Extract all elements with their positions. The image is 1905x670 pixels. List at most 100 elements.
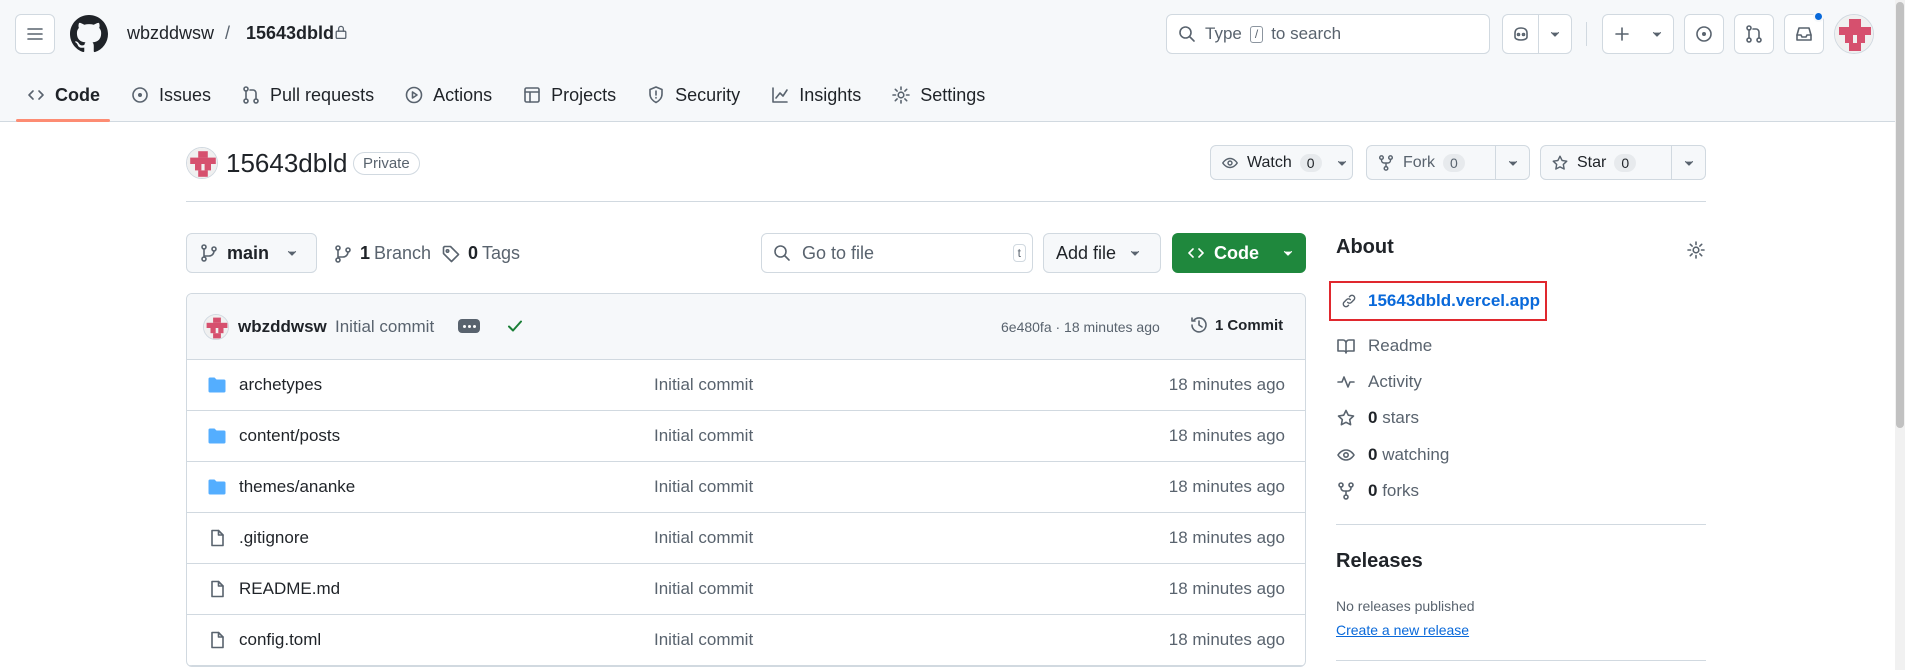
file-name[interactable]: .gitignore [239,528,309,548]
tags-link[interactable]: 0 Tags [441,243,520,264]
go-to-file-shortcut: t [1012,244,1026,262]
search-input[interactable]: Type / to search [1166,14,1490,54]
branches-link[interactable]: 1 Branch [333,243,431,264]
commit-author[interactable]: wbzddwsw [238,317,327,337]
tab-settings[interactable]: Settings [881,76,995,114]
create-new-button[interactable] [1602,14,1674,54]
branches-count: 1 [360,243,371,263]
file-icon [211,631,224,649]
branch-selector[interactable]: main [186,233,317,273]
chevron-down-icon [1652,32,1662,37]
folder-icon [208,377,226,393]
file-age: 18 minutes ago [1168,375,1285,394]
fork-icon [1338,482,1354,500]
watch-button[interactable]: Watch 0 [1210,145,1353,180]
tab-issues[interactable]: Issues [120,76,221,114]
file-age: 18 minutes ago [1168,579,1285,598]
page-scrollbar[interactable] [1895,0,1905,670]
tab-security[interactable]: Security [636,76,750,114]
releases-title[interactable]: Releases [1336,550,1423,573]
tab-projects[interactable]: Projects [512,76,626,114]
code-button[interactable]: Code [1172,233,1306,273]
file-browser: wbzddwsw Initial commit 6e480fa · 18 min… [186,293,1306,667]
activity-label: Activity [1368,372,1422,391]
file-name[interactable]: content/posts [239,426,340,446]
commit-history-link[interactable]: 1 Commit [1189,315,1283,335]
star-button[interactable]: Star 0 [1540,145,1706,180]
commit-sha-time[interactable]: 6e480fa · 18 minutes ago [1001,319,1160,335]
forks-count: 0 [1368,481,1378,500]
file-commit-message[interactable]: Initial commit [654,477,753,497]
menu-button[interactable] [15,14,55,54]
breadcrumb-owner[interactable]: wbzddwsw [127,23,214,44]
play-icon [405,86,423,104]
commit-message[interactable]: Initial commit [335,317,434,337]
forks-link[interactable]: 0 forks [1336,481,1419,501]
file-commit-message[interactable]: Initial commit [654,528,753,548]
commit-author-avatar[interactable] [203,314,229,340]
gear-icon[interactable] [1686,240,1706,260]
homepage-link[interactable]: 15643dbld.vercel.app [1329,281,1547,321]
about-sidebar: About 15643dbld.vercel.app Readme Activi… [1329,236,1706,661]
watch-label: Watch [1247,153,1292,171]
breadcrumb-repo[interactable]: 15643dbld [246,23,334,44]
gear-icon [892,86,911,104]
chevron-down-icon [1508,160,1517,166]
file-row[interactable]: content/posts Initial commit 18 minutes … [187,411,1305,462]
file-row[interactable]: .gitignore Initial commit 18 minutes ago [187,513,1305,564]
identicon-icon [1835,15,1873,53]
activity-link[interactable]: Activity [1336,372,1422,392]
watching-link[interactable]: 0 watching [1336,445,1449,465]
fork-button[interactable]: Fork 0 [1366,145,1530,180]
scrollbar-thumb[interactable] [1896,2,1904,428]
file-commit-message[interactable]: Initial commit [654,375,753,395]
pull-requests-button[interactable] [1734,14,1774,54]
file-commit-message[interactable]: Initial commit [654,426,753,446]
tab-actions[interactable]: Actions [394,76,502,114]
file-name[interactable]: config.toml [239,630,321,650]
check-icon[interactable] [505,316,525,336]
tab-code[interactable]: Code [16,76,110,122]
file-name[interactable]: themes/ananke [239,477,355,497]
file-age: 18 minutes ago [1168,477,1285,496]
copilot-icon [1513,27,1528,41]
forks-label: forks [1382,481,1420,500]
file-commit-message[interactable]: Initial commit [654,579,753,599]
copilot-button[interactable] [1502,14,1572,54]
file-commit-message[interactable]: Initial commit [654,630,753,650]
issue-icon [132,87,148,103]
tab-projects-label: Projects [551,84,617,105]
about-title: About [1336,236,1394,258]
go-to-file-input[interactable]: Go to file t [761,233,1033,273]
stars-link[interactable]: 0 stars [1336,408,1419,428]
repo-owner-avatar[interactable] [186,147,218,179]
chevron-down-icon [287,251,297,256]
tab-insights[interactable]: Insights [760,76,871,114]
user-avatar[interactable] [1834,14,1874,54]
file-row[interactable]: config.toml Initial commit 18 minutes ag… [187,615,1305,666]
commit-expand-button[interactable] [458,319,480,333]
file-name[interactable]: archetypes [239,375,322,395]
readme-link[interactable]: Readme [1336,336,1432,356]
file-row[interactable]: themes/ananke Initial commit 18 minutes … [187,462,1305,513]
code-icon [1188,248,1204,258]
notification-dot [1813,11,1824,22]
file-row[interactable]: README.md Initial commit 18 minutes ago [187,564,1305,615]
file-name[interactable]: README.md [239,579,340,599]
file-row[interactable]: archetypes Initial commit 18 minutes ago [187,360,1305,411]
repo-name[interactable]: 15643dbld [226,148,347,179]
lock-icon [335,25,347,40]
add-file-button[interactable]: Add file [1043,233,1161,273]
create-release-link[interactable]: Create a new release [1336,622,1469,638]
hamburger-icon [27,28,43,40]
go-to-file-placeholder: Go to file [802,242,875,263]
search-prefix: Type [1205,24,1242,43]
visibility-badge: Private [353,152,420,175]
search-icon [774,245,790,261]
github-logo-icon[interactable] [70,15,108,53]
repo-title-bar: 15643dbld Private Watch 0 Fork 0 Star 0 [186,145,1706,202]
tab-pull-requests[interactable]: Pull requests [231,76,384,114]
branch-icon [201,244,217,262]
book-icon [1337,339,1355,354]
issues-button[interactable] [1684,14,1724,54]
